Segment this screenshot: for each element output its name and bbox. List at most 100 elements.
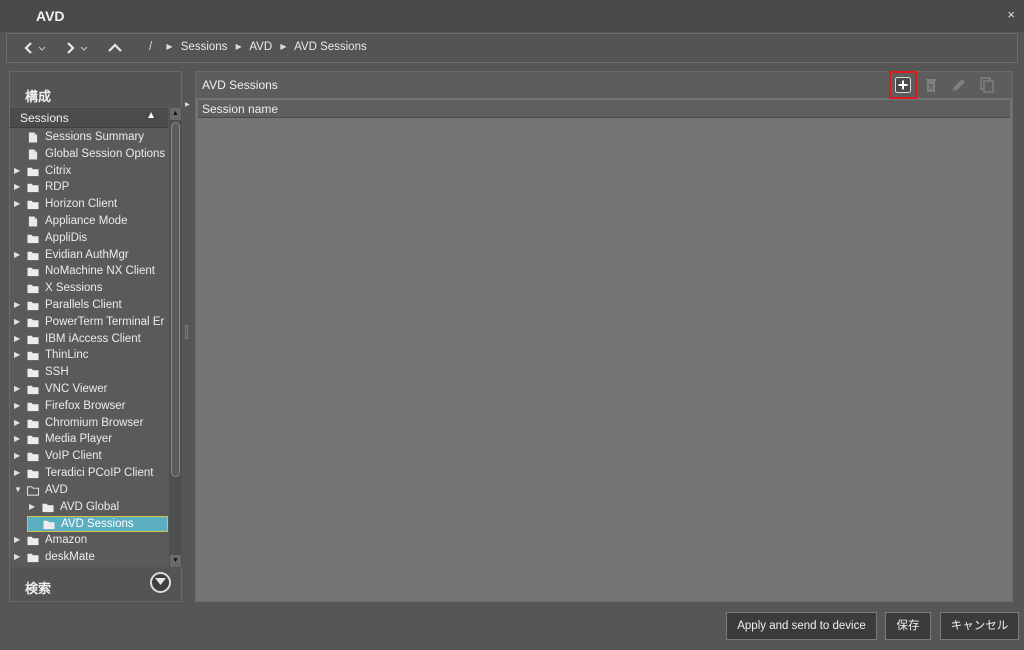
expand-arrow-icon[interactable]: ▶ bbox=[14, 199, 20, 208]
tree-scrollbar[interactable]: ▲ ▼ bbox=[169, 108, 182, 567]
collapse-left-icon[interactable]: ▶ bbox=[185, 101, 190, 108]
delete-button[interactable] bbox=[920, 74, 942, 96]
tree-item-label: Amazon bbox=[45, 534, 88, 547]
tree-item[interactable]: ▼ AVD bbox=[10, 483, 168, 499]
scroll-up-icon[interactable]: ▲ bbox=[170, 108, 181, 120]
breadcrumb-item-avd[interactable]: AVD bbox=[249, 41, 272, 53]
tree-item-label: Sessions Summary bbox=[45, 131, 145, 143]
sessions-header[interactable]: Sessions ▲ bbox=[10, 108, 168, 128]
expand-arrow-icon[interactable]: ▶ bbox=[14, 468, 20, 477]
sessions-header-label: Sessions bbox=[20, 111, 69, 125]
tree-item-label: Teradici PCoIP Client bbox=[45, 467, 154, 479]
forward-button[interactable] bbox=[61, 37, 95, 59]
tree-item[interactable]: X Sessions bbox=[10, 281, 168, 297]
tree-item[interactable]: NoMachine NX Client bbox=[10, 264, 168, 280]
folder-icon bbox=[27, 452, 39, 462]
expand-arrow-icon[interactable]: ▶ bbox=[14, 317, 20, 326]
tree-item[interactable]: ▶ PowerTerm Terminal Er bbox=[10, 315, 168, 331]
expanded-arrow-icon[interactable]: ▼ bbox=[14, 485, 22, 494]
expand-arrow-icon[interactable]: ▶ bbox=[14, 250, 20, 259]
tree-item-label: X Sessions bbox=[45, 282, 103, 295]
panel-splitter[interactable]: ▶ bbox=[183, 71, 191, 602]
tree-item[interactable]: SSH bbox=[10, 365, 168, 381]
tree-item-label: Parallels Client bbox=[45, 299, 122, 311]
expand-search-button[interactable] bbox=[150, 572, 171, 593]
close-icon[interactable]: × bbox=[1007, 7, 1015, 22]
expand-arrow-icon[interactable]: ▶ bbox=[14, 535, 20, 544]
up-button[interactable] bbox=[103, 37, 127, 59]
expand-arrow-icon[interactable]: ▶ bbox=[14, 401, 20, 410]
folder-icon bbox=[27, 419, 39, 428]
folder-icon bbox=[27, 368, 39, 378]
tree-item-label: ThinLinc bbox=[45, 349, 89, 362]
tree-item[interactable]: ▶ IBM iAccess Client bbox=[10, 332, 168, 348]
tree-item[interactable]: ▶ Chromium Browser bbox=[10, 416, 168, 432]
tree-item-label: deskMate bbox=[45, 551, 95, 563]
tree-item[interactable]: ▶ VoIP Client bbox=[10, 449, 168, 465]
tree-item[interactable]: ▶ Evidian AuthMgr bbox=[10, 248, 168, 264]
tree-item-label: VoIP Client bbox=[45, 450, 102, 463]
tree-item[interactable]: ▶ Media Player bbox=[10, 432, 168, 448]
navigation-bar: / ▶ Sessions ▶ AVD ▶ AVD Sessions bbox=[6, 33, 1018, 63]
collapse-up-icon[interactable]: ▲ bbox=[146, 110, 156, 121]
breadcrumb-item-avd-sessions[interactable]: AVD Sessions bbox=[294, 41, 367, 53]
expand-arrow-icon[interactable]: ▶ bbox=[29, 502, 35, 511]
expand-arrow-icon[interactable]: ▶ bbox=[14, 334, 20, 343]
chevron-down-icon bbox=[155, 578, 166, 585]
search-label: 検索 bbox=[25, 581, 52, 596]
expand-arrow-icon[interactable]: ▶ bbox=[14, 418, 20, 427]
tree-item[interactable]: ▶ VNC Viewer bbox=[10, 382, 168, 398]
breadcrumb-arrow-icon: ▶ bbox=[166, 42, 173, 51]
tree-item-label: VNC Viewer bbox=[45, 383, 108, 395]
tree-item[interactable]: ▶ Horizon Client bbox=[10, 197, 168, 213]
tree-item[interactable]: ▶ Parallels Client bbox=[10, 298, 168, 314]
apply-send-button[interactable]: Apply and send to device bbox=[726, 612, 877, 640]
folder-icon bbox=[27, 335, 39, 344]
cancel-button[interactable]: キャンセル bbox=[940, 612, 1019, 640]
column-header-session-name[interactable]: Session name bbox=[198, 100, 1010, 118]
tree-item-label: AVD bbox=[45, 483, 68, 496]
tree-item[interactable]: Global Session Options bbox=[10, 147, 168, 163]
expand-arrow-icon[interactable]: ▶ bbox=[14, 166, 20, 175]
expand-arrow-icon[interactable]: ▶ bbox=[14, 552, 20, 561]
folder-icon bbox=[27, 436, 39, 445]
tree-item[interactable]: Sessions Summary bbox=[10, 130, 168, 146]
right-panel: AVD Sessions Session name bbox=[195, 71, 1013, 602]
expand-arrow-icon[interactable]: ▶ bbox=[14, 384, 20, 393]
chevron-right-icon bbox=[67, 42, 88, 54]
splitter-grip[interactable] bbox=[185, 325, 188, 339]
panel-title: AVD Sessions bbox=[202, 78, 278, 92]
expand-arrow-icon[interactable]: ▶ bbox=[14, 350, 20, 359]
tree-item[interactable]: AppliDis bbox=[10, 231, 168, 247]
add-button[interactable] bbox=[889, 71, 917, 99]
tree-item-label: PowerTerm Terminal Er bbox=[45, 315, 165, 328]
tree-item[interactable]: ▶ Citrix bbox=[10, 164, 168, 180]
expand-arrow-icon[interactable]: ▶ bbox=[14, 451, 20, 460]
search-row: 検索 bbox=[10, 567, 181, 601]
tree-item[interactable]: ▶ Amazon bbox=[10, 533, 168, 549]
tree-item[interactable]: ▶ RDP bbox=[10, 180, 168, 196]
expand-arrow-icon[interactable]: ▶ bbox=[14, 300, 20, 309]
expand-arrow-icon[interactable]: ▶ bbox=[14, 182, 20, 191]
delete-icon bbox=[926, 79, 936, 92]
copy-button[interactable] bbox=[976, 74, 998, 96]
tree-item-label: Chromium Browser bbox=[45, 416, 144, 429]
edit-button[interactable] bbox=[948, 74, 970, 96]
save-button[interactable]: 保存 bbox=[885, 612, 931, 640]
expand-arrow-icon[interactable]: ▶ bbox=[14, 434, 20, 443]
tree-item-label: Firefox Browser bbox=[45, 399, 126, 412]
scrollbar-thumb[interactable] bbox=[171, 122, 180, 477]
back-button[interactable] bbox=[19, 37, 53, 59]
edit-icon bbox=[953, 79, 965, 91]
folder-icon bbox=[27, 385, 39, 395]
tree-item[interactable]: ▶ Firefox Browser bbox=[10, 399, 168, 415]
tree-item[interactable]: ▶ deskMate bbox=[10, 550, 168, 566]
breadcrumb-item-sessions[interactable]: Sessions bbox=[181, 41, 228, 53]
tree-item[interactable]: ▶ AVD Global bbox=[10, 500, 168, 516]
tree-item[interactable]: ▶ ThinLinc bbox=[10, 348, 168, 364]
tree-item[interactable]: ▶ Teradici PCoIP Client bbox=[10, 466, 168, 482]
breadcrumb-root[interactable]: / bbox=[149, 41, 152, 53]
tree-item[interactable]: Appliance Mode bbox=[10, 214, 168, 230]
tree-item[interactable]: AVD Sessions bbox=[27, 516, 168, 533]
scroll-down-icon[interactable]: ▼ bbox=[170, 555, 181, 567]
